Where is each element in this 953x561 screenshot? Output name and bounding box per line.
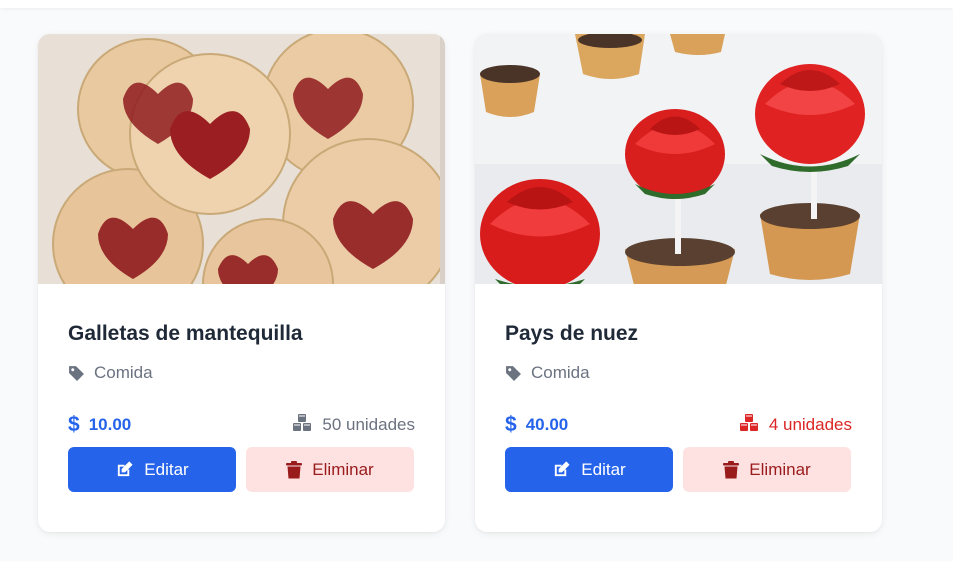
product-stock: 50 unidades [291, 413, 415, 438]
dollar-icon: $ [68, 413, 80, 436]
trash-icon [723, 460, 740, 479]
product-price: $ 40.00 [505, 413, 568, 437]
tag-icon [68, 365, 85, 382]
category-label: Comida [531, 363, 590, 382]
cubes-icon [291, 413, 313, 438]
delete-button[interactable]: Eliminar [246, 447, 414, 492]
delete-button[interactable]: Eliminar [683, 447, 851, 492]
cubes-icon [738, 413, 760, 438]
stock-value: 4 unidades [768, 415, 852, 434]
top-bar [0, 0, 953, 8]
product-stock-low: 4 unidades [738, 413, 852, 438]
product-image-cookies [38, 34, 445, 284]
delete-label: Eliminar [312, 459, 374, 479]
product-card: Galletas de mantequilla Comida $ 10.00 5… [38, 34, 445, 532]
product-grid: Galletas de mantequilla Comida $ 10.00 5… [38, 34, 882, 532]
dollar-icon: $ [505, 413, 517, 436]
product-image-tarts [475, 34, 882, 284]
card-actions: Editar Eliminar [68, 447, 415, 492]
delete-label: Eliminar [749, 459, 811, 479]
tag-icon [505, 365, 522, 382]
product-category: Comida [68, 362, 415, 384]
edit-button[interactable]: Editar [505, 447, 673, 492]
product-price: $ 10.00 [68, 413, 131, 437]
edit-label: Editar [144, 459, 189, 479]
product-category: Comida [505, 362, 852, 384]
edit-label: Editar [581, 459, 626, 479]
product-title: Pays de nuez [505, 322, 639, 345]
price-stock-row: $ 40.00 4 unidades [505, 413, 852, 437]
category-label: Comida [94, 363, 153, 382]
trash-icon [286, 460, 303, 479]
price-value: 10.00 [88, 415, 132, 434]
price-value: 40.00 [525, 415, 569, 434]
product-title: Galletas de mantequilla [68, 322, 303, 345]
product-card: Pays de nuez Comida $ 40.00 4 unidades E… [475, 34, 882, 532]
stock-value: 50 unidades [322, 415, 415, 434]
edit-icon [115, 460, 134, 479]
price-stock-row: $ 10.00 50 unidades [68, 413, 415, 437]
edit-button[interactable]: Editar [68, 447, 236, 492]
card-actions: Editar Eliminar [505, 447, 852, 492]
edit-icon [552, 460, 571, 479]
